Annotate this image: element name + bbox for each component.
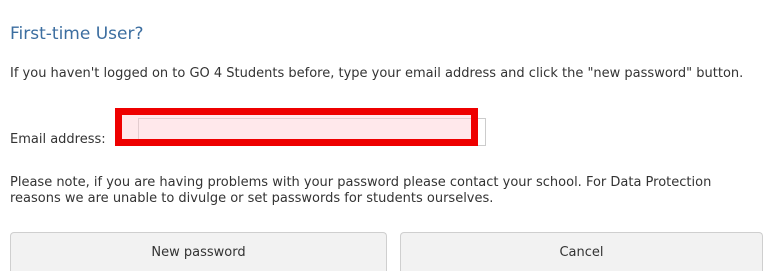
new-password-button[interactable]: New password: [10, 232, 387, 271]
page-title: First-time User?: [10, 24, 144, 44]
instructions-text: If you haven't logged on to GO 4 Student…: [10, 66, 744, 81]
cancel-button[interactable]: Cancel: [400, 232, 763, 271]
email-row: Email address:: [10, 118, 510, 147]
email-label: Email address:: [10, 132, 106, 147]
email-field[interactable]: [138, 118, 486, 146]
data-protection-note: Please note, if you are having problems …: [10, 175, 712, 206]
